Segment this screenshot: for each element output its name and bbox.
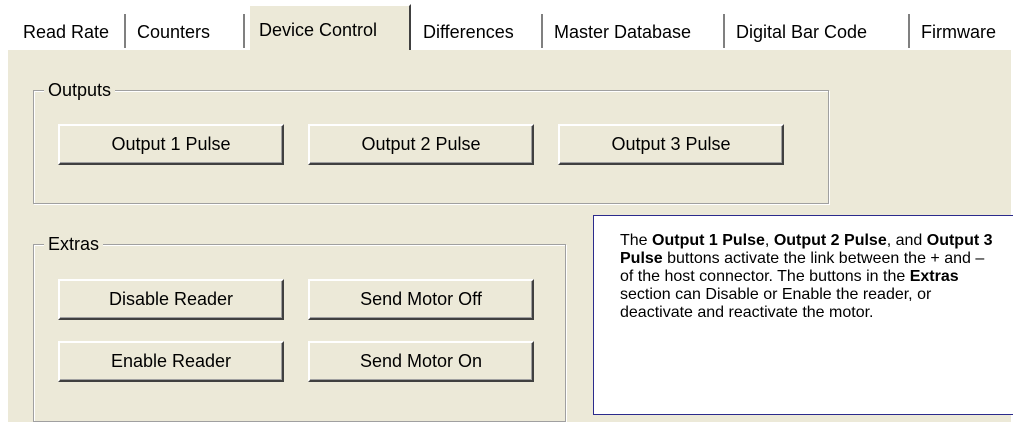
callout-bold-output-2-pulse: Output 2 Pulse — [773, 232, 887, 249]
callout-text-2: , — [764, 232, 774, 249]
tab-counters[interactable]: Counters — [128, 14, 247, 50]
output-3-pulse-button[interactable]: Output 3 Pulse — [558, 124, 784, 165]
tab-strip: Read Rate Counters Differences Master Da… — [0, 0, 1013, 50]
tab-master-database[interactable]: Master Database — [545, 14, 727, 50]
send-motor-on-button[interactable]: Send Motor On — [308, 341, 534, 382]
callout-text-3: , and — [886, 232, 927, 249]
tab-device-control[interactable]: Device Control — [248, 4, 413, 50]
extras-groupbox: Extras Disable Reader Send Motor Off Ena… — [33, 233, 566, 422]
callout-bold-extras: Extras — [909, 268, 959, 285]
tab-firmware[interactable]: Firmware — [912, 14, 1013, 50]
tab-read-rate[interactable]: Read Rate — [14, 14, 128, 50]
send-motor-off-button[interactable]: Send Motor Off — [308, 279, 534, 320]
extras-group-title: Extras — [44, 233, 104, 255]
callout-text-5: section can Disable or Enable the reader… — [620, 286, 932, 321]
tab-digital-bar-code[interactable]: Digital Bar Code — [727, 14, 912, 50]
callout-text-1: The — [620, 232, 653, 249]
disable-reader-button[interactable]: Disable Reader — [58, 279, 284, 320]
outputs-groupbox: Outputs Output 1 Pulse Output 2 Pulse Ou… — [33, 79, 829, 204]
outputs-group-title: Outputs — [44, 79, 116, 101]
explanation-callout: The Output 1 Pulse, Output 2 Pulse, and … — [593, 215, 1013, 415]
output-2-pulse-button[interactable]: Output 2 Pulse — [308, 124, 534, 165]
callout-bold-output-1-pulse: Output 1 Pulse — [652, 232, 765, 249]
enable-reader-button[interactable]: Enable Reader — [58, 341, 284, 382]
output-1-pulse-button[interactable]: Output 1 Pulse — [58, 124, 284, 165]
tab-differences[interactable]: Differences — [414, 14, 545, 50]
